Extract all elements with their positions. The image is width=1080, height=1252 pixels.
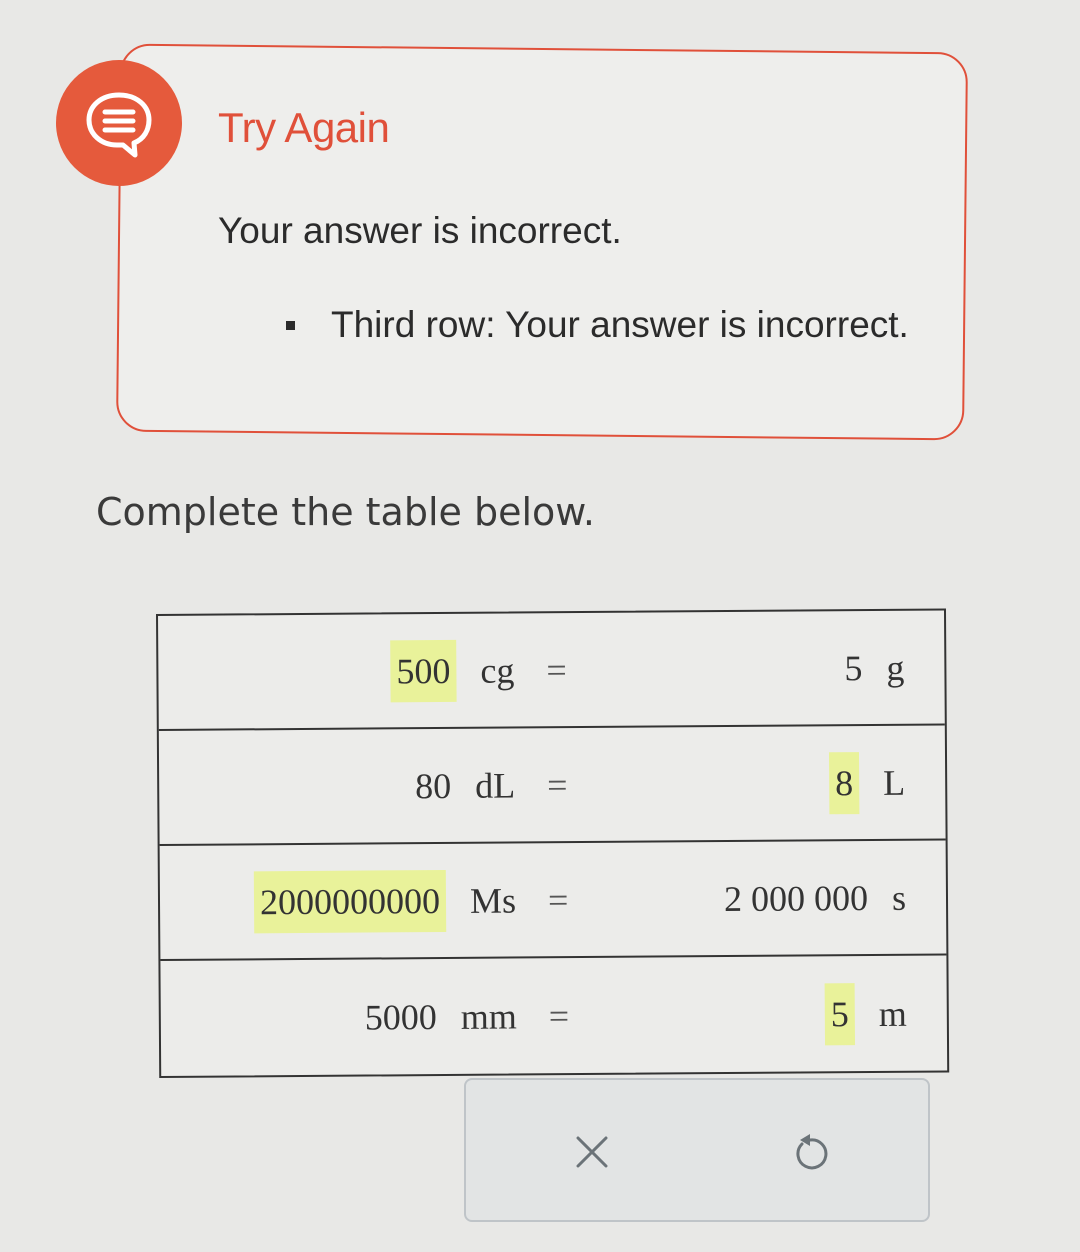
row-left-cell: 2000000000 Ms: [253, 843, 517, 958]
row-right-cell: 8 L: [828, 726, 906, 840]
table-row: 5000 mm = 5 m: [160, 955, 947, 1075]
table-row: 80 dL = 8 L: [158, 725, 946, 846]
row-left-cell: 500 cg: [390, 614, 515, 728]
unit-label: L: [883, 762, 906, 803]
unit-label: dL: [475, 764, 516, 806]
unit-label: s: [891, 877, 907, 918]
undo-button[interactable]: [780, 1122, 840, 1182]
answer-input[interactable]: 8: [828, 751, 860, 814]
feedback-list-item: Third row: Your answer is incorrect.: [286, 304, 909, 346]
given-value: 2 000 000: [723, 877, 869, 919]
unit-label: g: [886, 647, 905, 688]
close-icon: [576, 1136, 608, 1168]
bullet-icon: [286, 320, 295, 330]
equals-sign: =: [547, 764, 568, 805]
feedback-badge: [56, 60, 182, 186]
feedback-list: Third row: Your answer is incorrect.: [286, 304, 909, 346]
row-left-cell: 80 dL: [415, 728, 516, 842]
clear-button[interactable]: [562, 1122, 622, 1182]
feedback-title: Try Again: [218, 104, 390, 151]
answer-action-bar: [464, 1078, 930, 1222]
conversion-table: 500 cg = 5 g 80 dL = 8 L 2000000000 Ms =…: [156, 608, 950, 1078]
answer-input[interactable]: 5: [824, 982, 856, 1045]
equals-sign: =: [548, 995, 570, 1036]
given-value: 5000: [364, 996, 437, 1038]
answer-input[interactable]: 500: [390, 639, 457, 702]
table-row: 500 cg = 5 g: [158, 610, 945, 731]
given-value: 80: [415, 765, 452, 806]
unit-label: cg: [480, 649, 515, 691]
feedback-message: Your answer is incorrect.: [218, 210, 622, 251]
unit-label: Ms: [469, 879, 517, 921]
equals-sign: =: [547, 879, 569, 920]
row-left-cell: 5000 mm: [364, 958, 517, 1074]
chat-bubble-icon: [86, 92, 152, 158]
row-right-cell: 2 000 000 s: [724, 841, 907, 955]
row-right-cell: 5 m: [824, 956, 907, 1072]
question-prompt: Complete the table below.: [96, 490, 595, 534]
given-value: 5: [844, 647, 863, 688]
feedback-item-text: Third row: Your answer is incorrect.: [331, 304, 909, 345]
unit-label: mm: [460, 995, 517, 1037]
unit-label: m: [878, 993, 907, 1034]
equals-sign: =: [546, 649, 567, 690]
table-row: 2000000000 Ms = 2 000 000 s: [159, 840, 947, 961]
row-right-cell: 5 g: [844, 611, 905, 724]
undo-icon: [796, 1134, 828, 1170]
answer-input[interactable]: 2000000000: [253, 869, 447, 933]
